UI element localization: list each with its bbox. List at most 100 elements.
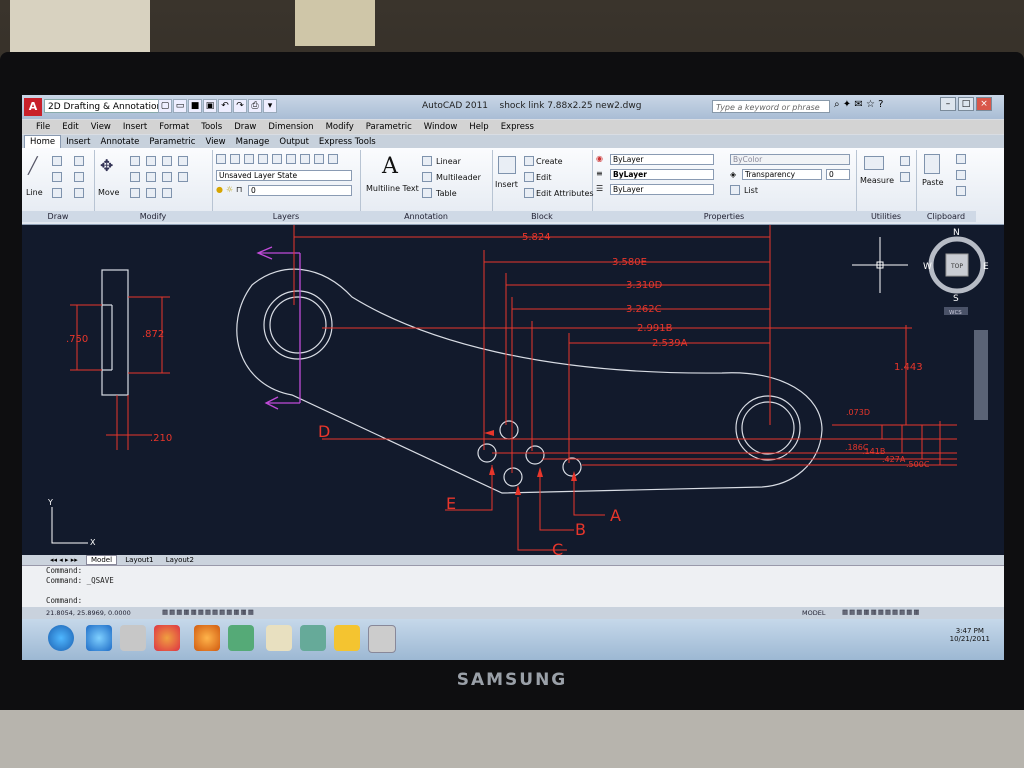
multiline-text-icon[interactable]: A [382,154,398,179]
tab-parametric[interactable]: Parametric [144,136,200,148]
picture-icon[interactable] [228,625,254,651]
layer-properties-icon[interactable] [216,154,226,164]
system-clock[interactable]: 3:47 PM 10/21/2011 [950,627,990,643]
menu-modify[interactable]: Modify [320,120,360,132]
create-block-icon[interactable] [524,156,534,166]
communication-icon[interactable]: ✉ [854,99,862,110]
color-dropdown[interactable]: ByLayer [610,154,714,165]
layer-icon[interactable] [300,154,310,164]
menu-help[interactable]: Help [463,120,494,132]
new-icon[interactable]: ▢ [158,99,172,113]
navigation-bar[interactable] [974,330,988,420]
line-button[interactable]: Line [26,188,43,197]
transparency-value[interactable]: 0 [826,169,850,180]
match-properties-icon[interactable] [956,186,966,196]
autocad-logo-icon[interactable]: A [24,98,42,116]
media-player-icon[interactable] [154,625,180,651]
viewcube-south[interactable]: S [953,294,959,304]
current-layer-dropdown[interactable]: 0 [248,185,352,196]
copy-clip-icon[interactable] [956,170,966,180]
redo-icon[interactable]: ↷ [233,99,247,113]
trim-icon[interactable] [146,156,156,166]
annotation-panel-label[interactable]: Annotation [360,211,492,222]
circle-icon[interactable] [52,172,62,182]
table-icon[interactable] [422,188,432,198]
menu-format[interactable]: Format [153,120,195,132]
layer-icon[interactable] [258,154,268,164]
multiline-text-button[interactable]: Multiline Text [366,184,419,193]
insert-button[interactable]: Insert [495,180,518,189]
measure-icon[interactable] [864,156,884,170]
move-icon[interactable]: ✥ [100,156,113,175]
tab-layout2[interactable]: Layout2 [162,556,198,564]
table-button[interactable]: Table [436,189,457,198]
tab-manage[interactable]: Manage [231,136,275,148]
tab-home[interactable]: Home [24,135,62,148]
hatch-icon[interactable] [74,172,84,182]
rectangle-icon[interactable] [74,188,84,198]
mirror-icon[interactable] [130,172,140,182]
arc-icon[interactable] [74,156,84,166]
minimize-button[interactable]: – [940,97,956,111]
app-icon[interactable] [266,625,292,651]
image-viewer-icon[interactable] [300,625,326,651]
utilities-panel-label[interactable]: Utilities [856,211,916,222]
layer-icon[interactable] [314,154,324,164]
coordinates-readout[interactable]: 21.8054, 25.8969, 0.0000 [46,609,131,617]
linetype-dropdown[interactable]: ByLayer [610,184,714,195]
drafting-toggle-icons[interactable]: ▦▦▦▦▦▦▦▦▦▦▦▦▦ [162,608,255,616]
tab-insert[interactable]: Insert [61,136,95,148]
layer-icon[interactable] [328,154,338,164]
scale-icon[interactable] [130,188,140,198]
office-icon[interactable] [334,625,360,651]
favorites-icon[interactable]: ☆ [866,99,875,110]
modify-panel-label[interactable]: Modify [94,211,212,222]
subscription-icon[interactable]: ✦ [843,99,851,110]
move-button[interactable]: Move [98,188,119,197]
edit-button[interactable]: Edit [536,173,552,182]
menu-dimension[interactable]: Dimension [262,120,319,132]
plot-style-dropdown[interactable]: ByColor [730,154,850,165]
viewcube-east[interactable]: E [983,262,989,272]
wcs-menu[interactable]: WCS [949,310,962,316]
draw-panel-label[interactable]: Draw [22,211,94,222]
fillet-icon[interactable] [146,172,156,182]
tab-view[interactable]: View [200,136,230,148]
tab-layout1[interactable]: Layout1 [121,556,157,564]
maximize-button[interactable]: □ [958,97,974,111]
drawing-canvas[interactable]: .750 .872 .210 5.824 3.580E 3.310D 3.262… [22,225,1004,555]
layer-icon[interactable] [244,154,254,164]
menu-draw[interactable]: Draw [228,120,262,132]
rotate-icon[interactable] [130,156,140,166]
layer-icon[interactable] [272,154,282,164]
paste-button[interactable]: Paste [922,178,944,187]
menu-file[interactable]: File [22,120,56,132]
layer-icon[interactable] [286,154,296,164]
save-icon[interactable]: ■ [188,99,202,113]
menu-parametric[interactable]: Parametric [360,120,418,132]
cut-icon[interactable] [956,154,966,164]
menu-express[interactable]: Express [495,120,540,132]
status-tray-icons[interactable]: ▦▦▦▦▦▦▦▦▦▦▦ [842,608,921,616]
viewcube-top[interactable]: TOP [950,263,963,270]
edit-attributes-icon[interactable] [524,188,534,198]
file-explorer-icon[interactable] [120,625,146,651]
search-input[interactable]: Type a keyword or phrase [712,100,830,113]
tab-annotate[interactable]: Annotate [96,136,145,148]
binoculars-icon[interactable]: ⌕ [834,99,840,110]
list-button[interactable]: List [744,186,758,195]
copy-icon[interactable] [178,156,188,166]
open-icon[interactable]: ▭ [173,99,187,113]
saveas-icon[interactable]: ▣ [203,99,217,113]
layers-panel-label[interactable]: Layers [212,211,360,222]
help-icon[interactable]: ? [878,99,883,110]
layer-state-dropdown[interactable]: Unsaved Layer State [216,170,352,181]
quick-select-icon[interactable] [900,156,910,166]
viewcube-north[interactable]: N [953,228,960,238]
model-space-toggle[interactable]: MODEL [802,609,825,617]
paste-icon[interactable] [924,154,940,174]
start-button[interactable] [48,625,74,651]
lightbulb-icon[interactable]: ● [216,185,223,194]
firefox-icon[interactable] [194,625,220,651]
multileader-icon[interactable] [422,172,432,182]
